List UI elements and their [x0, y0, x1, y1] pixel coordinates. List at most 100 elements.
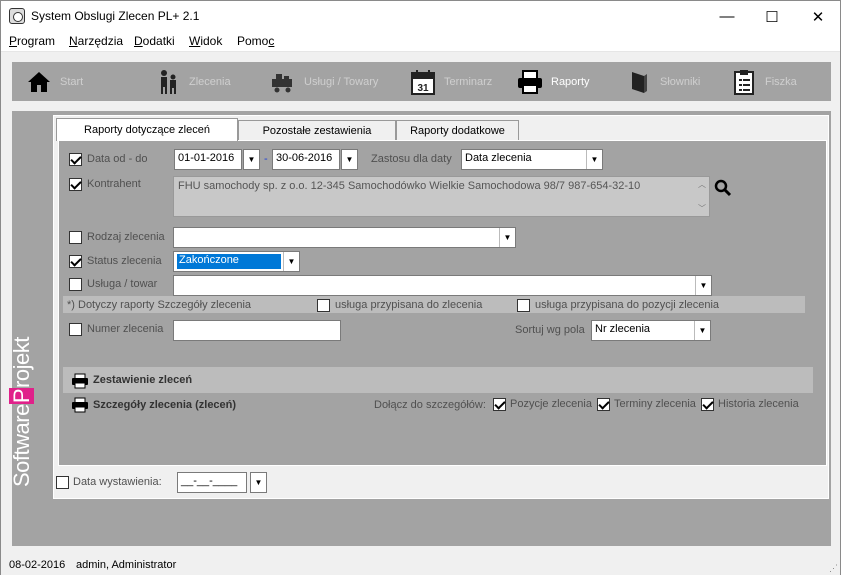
date-to-dropdown[interactable]: ▼	[341, 149, 358, 170]
zastosu-select[interactable]: Data zlecenia ▼	[461, 149, 603, 170]
menu-dodatki[interactable]: Dodatki	[134, 34, 175, 48]
menu-program[interactable]: Program	[9, 34, 55, 48]
zestawienie-zlecen-button[interactable]: Zestawienie zleceń	[93, 374, 192, 386]
usluga-przypisana-label: usługa przypisana do zlecenia	[335, 299, 483, 311]
toolbar-slowniki[interactable]: Słowniki	[626, 62, 700, 101]
toolbar-slowniki-label: Słowniki	[660, 75, 701, 88]
menu-narzedzia[interactable]: Narzędzia	[69, 34, 123, 48]
status-value: Zakończone	[177, 254, 281, 269]
chevron-down-icon: ▼	[694, 321, 710, 340]
rodzaj-select[interactable]: ▼	[173, 227, 516, 248]
zastosu-label: Zastosu dla daty	[371, 153, 452, 165]
calendar-icon: 31	[410, 69, 436, 95]
toolbar-zlecenia[interactable]: Zlecenia	[155, 62, 231, 101]
data-wystawienia-label: Data wystawienia:	[73, 476, 162, 488]
app-icon	[9, 8, 25, 24]
pozycje-label: Pozycje zlecenia	[510, 398, 592, 410]
calendar-day-text: 31	[417, 83, 429, 94]
tab-raporty-zlecen[interactable]: Raporty dotyczące zleceń	[56, 118, 238, 141]
toolbar-start-label: Start	[60, 75, 84, 88]
menu-bar: Program Narzędzia Dodatki Widok Pomoc	[1, 32, 840, 52]
data-od-do-label: Data od - do	[87, 153, 148, 165]
date-to-input[interactable]: 30-06-2016	[272, 149, 340, 170]
scroll-up-icon[interactable]: ︿	[698, 179, 706, 190]
usluga-pozycji-checkbox[interactable]	[517, 299, 530, 312]
toolbar-zlecenia-label: Zlecenia	[189, 75, 231, 88]
sortuj-select[interactable]: Nr zlecenia ▼	[591, 320, 711, 341]
menu-widok[interactable]: Widok	[189, 34, 222, 48]
rodzaj-label: Rodzaj zlecenia	[87, 231, 165, 243]
maximize-button[interactable]: ☐	[749, 1, 795, 32]
softwareprojekt-logo: SoftwareProjekt	[9, 337, 34, 487]
data-wystawienia-checkbox[interactable]	[56, 476, 69, 489]
numer-label: Numer zlecenia	[87, 323, 164, 335]
usluga-pozycji-label: usługa przypisana do pozycji zlecenia	[535, 299, 720, 311]
usluga-select[interactable]: ▼	[173, 275, 712, 296]
window-title: System Obslugi Zlecen PL+ 2.1	[31, 9, 200, 23]
date-range-dash: -	[264, 153, 268, 165]
terminy-label: Terminy zlecenia	[614, 398, 696, 410]
status-bar: 08-02-2016 admin, Administrator ⋰	[1, 557, 840, 575]
status-checkbox[interactable]	[69, 255, 82, 268]
numer-checkbox[interactable]	[69, 323, 82, 336]
status-select[interactable]: Zakończone ▼	[173, 251, 300, 272]
sortuj-label: Sortuj wg pola	[515, 324, 585, 336]
toolbar-uslugi-label: Usługi / Towary	[304, 75, 379, 88]
chevron-down-icon: ▼	[695, 276, 711, 295]
menu-pomoc[interactable]: Pomoc	[237, 34, 274, 48]
chevron-down-icon: ▼	[586, 150, 602, 169]
toolbar-raporty[interactable]: Raporty	[517, 62, 590, 101]
printer-icon	[71, 373, 89, 392]
tab-raporty-dodatkowe[interactable]: Raporty dodatkowe	[396, 120, 519, 140]
status-date: 08-02-2016	[9, 559, 66, 571]
toolbar-raporty-label: Raporty	[551, 75, 590, 88]
reports-panel: Raporty dotyczące zleceń Pozostałe zesta…	[53, 115, 829, 499]
date-from-dropdown[interactable]: ▼	[243, 149, 260, 170]
clipboard-icon	[731, 69, 757, 95]
usluga-przypisana-checkbox[interactable]	[317, 299, 330, 312]
data-od-do-checkbox[interactable]	[69, 153, 82, 166]
toolbar-terminarz-label: Terminarz	[444, 75, 493, 88]
title-bar: System Obslugi Zlecen PL+ 2.1 — ☐ ✕	[1, 1, 840, 32]
pozycje-checkbox[interactable]	[493, 398, 506, 411]
book-icon	[626, 69, 652, 95]
people-icon	[155, 69, 181, 95]
data-wystawienia-dropdown[interactable]: ▼	[250, 472, 267, 493]
rodzaj-checkbox[interactable]	[69, 231, 82, 244]
kontrahent-checkbox[interactable]	[69, 178, 82, 191]
sortuj-value: Nr zlecenia	[595, 323, 651, 335]
minimize-button[interactable]: —	[704, 1, 750, 32]
status-label: Status zlecenia	[87, 255, 162, 267]
chevron-down-icon: ▼	[283, 252, 299, 271]
kontrahent-field[interactable]: FHU samochody sp. z o.o. 12-345 Samochod…	[173, 176, 710, 217]
data-wystawienia-input[interactable]: __-__-____	[177, 472, 247, 493]
toolbar-uslugi[interactable]: Usługi / Towary	[270, 62, 378, 101]
resize-grip-icon[interactable]: ⋰	[829, 563, 838, 574]
szczegoly-zlecenia-button[interactable]: Szczegóły zlecenia (zleceń)	[93, 399, 236, 411]
dolacz-label: Dołącz do szczegółów:	[374, 399, 486, 411]
historia-label: Historia zlecenia	[718, 398, 799, 410]
printer-icon	[517, 69, 543, 95]
date-from-input[interactable]: 01-01-2016	[174, 149, 242, 170]
note-label: *) Dotyczy raporty Szczegóły zlecenia	[67, 299, 252, 311]
close-button[interactable]: ✕	[795, 1, 841, 32]
usluga-checkbox[interactable]	[69, 278, 82, 291]
toolbar-start[interactable]: Start	[26, 62, 83, 101]
toolbar-fiszka-label: Fiszka	[765, 75, 797, 88]
home-icon	[26, 69, 52, 95]
kontrahent-value: FHU samochody sp. z o.o. 12-345 Samochod…	[178, 180, 641, 192]
search-icon[interactable]	[714, 179, 732, 200]
toolbar-fiszka[interactable]: Fiszka	[731, 62, 797, 101]
main-window: System Obslugi Zlecen PL+ 2.1 — ☐ ✕ Prog…	[0, 0, 841, 575]
toolbar-terminarz[interactable]: 31 Terminarz	[410, 62, 492, 101]
cart-icon	[270, 69, 296, 95]
numer-input[interactable]	[173, 320, 341, 341]
scroll-down-icon[interactable]: ﹀	[698, 203, 706, 214]
terminy-checkbox[interactable]	[597, 398, 610, 411]
printer-icon	[71, 397, 89, 416]
status-user: admin, Administrator	[76, 559, 177, 571]
tab-page: Data od - do 01-01-2016 ▼ - 30-06-2016 ▼…	[58, 140, 827, 466]
historia-checkbox[interactable]	[701, 398, 714, 411]
tab-pozostale[interactable]: Pozostałe zestawienia	[238, 120, 396, 140]
toolbar: Start Zlecenia Usługi / Towary 31 Termin…	[12, 62, 831, 101]
